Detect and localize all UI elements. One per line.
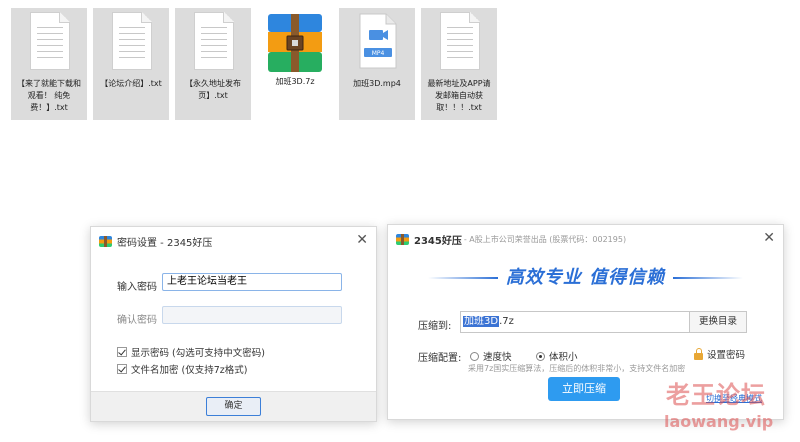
password-dialog-titlebar: 密码设置 - 2345好压 ✕ [91, 227, 376, 255]
lock-icon [694, 347, 703, 360]
file-name: 【来了就能下载和观看！ 纯免费！】.txt [17, 79, 81, 112]
compress-now-button[interactable]: 立即压缩 [548, 377, 620, 401]
radio-small[interactable]: 体积小 [536, 349, 578, 363]
radio-off-icon [470, 351, 479, 361]
dialog-title: 密码设置 - 2345好压 [117, 237, 213, 249]
file-item[interactable]: 加班3D.7z [257, 8, 333, 120]
app-logo-icon [99, 235, 112, 247]
radio-fast-label: 速度快 [483, 352, 512, 363]
slogan-text: 高效专业 值得信赖 [505, 267, 666, 288]
slogan-divider [673, 277, 744, 279]
confirm-password-input[interactable] [162, 306, 342, 324]
checkbox-checked-icon [117, 347, 127, 357]
target-path-selected: 加班3D [463, 316, 500, 327]
checkbox-checked-icon [117, 364, 127, 374]
file-item[interactable]: MP4 加班3D.mp4 [339, 8, 415, 120]
watermark-url: laowang.vip [664, 412, 774, 431]
set-password-link[interactable]: 设置密码 [694, 347, 745, 361]
show-password-label: 显示密码 (勾选可支持中文密码) [131, 348, 265, 359]
radio-on-icon [536, 351, 545, 361]
compress-dialog-titlebar: 2345好压 - A股上市公司荣誉出品 (股票代码：002195) ✕ [388, 225, 783, 253]
file-name: 【论坛介绍】.txt [100, 79, 162, 88]
config-label: 压缩配置: [418, 353, 462, 364]
password-input[interactable]: 上老王论坛当老王 [162, 273, 342, 291]
password-dialog: 密码设置 - 2345好压 ✕ 输入密码 上老王论坛当老王 确认密码 显示密码 … [90, 226, 377, 422]
encrypt-filenames-checkbox[interactable]: 文件名加密 (仅支持7z格式) [117, 362, 247, 376]
close-icon[interactable]: ✕ [763, 230, 775, 246]
target-label: 压缩到: [418, 321, 452, 332]
txt-file-icon [434, 12, 484, 72]
slogan-divider [427, 277, 498, 279]
show-password-checkbox[interactable]: 显示密码 (勾选可支持中文密码) [117, 345, 265, 359]
encrypt-filenames-label: 文件名加密 (仅支持7z格式) [131, 365, 248, 376]
watermark-text: 老王论坛 [666, 381, 766, 409]
file-name: 加班3D.mp4 [353, 79, 401, 88]
target-path-input[interactable]: 加班3D.7z [460, 311, 690, 333]
slogan: 高效专业 值得信赖 [388, 263, 783, 289]
radio-fast[interactable]: 速度快 [470, 349, 512, 363]
txt-file-icon [106, 12, 156, 72]
file-item[interactable]: 【论坛介绍】.txt [93, 8, 169, 120]
app-title: 2345好压 [414, 235, 462, 247]
video-file-icon: MP4 [352, 12, 402, 72]
confirm-password-label: 确认密码 [117, 315, 157, 326]
radio-small-label: 体积小 [549, 352, 578, 363]
file-item[interactable]: 【永久地址发布页】.txt [175, 8, 251, 120]
file-item[interactable]: 最新地址及APP请发邮箱自动获取！！！.txt [421, 8, 497, 120]
archive-icon [262, 12, 328, 72]
password-label: 输入密码 [117, 282, 157, 293]
change-directory-button[interactable]: 更换目录 [689, 311, 747, 333]
ok-button[interactable]: 确定 [206, 397, 261, 416]
target-path-ext: .7z [499, 316, 514, 327]
svg-text:MP4: MP4 [372, 50, 385, 57]
dialog-footer: 确定 [91, 391, 376, 421]
app-subtitle: - A股上市公司荣誉出品 (股票代码：002195) [463, 234, 627, 244]
file-name: 加班3D.7z [275, 77, 315, 86]
txt-file-icon [188, 12, 238, 72]
app-logo-icon [396, 233, 409, 245]
txt-file-icon [24, 12, 74, 72]
compression-description: 采用7z国实压缩算法，压缩后的体积非常小，支持文件名加密 [468, 364, 686, 373]
file-name: 最新地址及APP请发邮箱自动获取！！！.txt [427, 79, 491, 112]
file-name: 【永久地址发布页】.txt [185, 79, 241, 100]
file-item[interactable]: 【来了就能下载和观看！ 纯免费！】.txt [11, 8, 87, 120]
set-password-label: 设置密码 [707, 350, 746, 361]
close-icon[interactable]: ✕ [356, 232, 368, 248]
